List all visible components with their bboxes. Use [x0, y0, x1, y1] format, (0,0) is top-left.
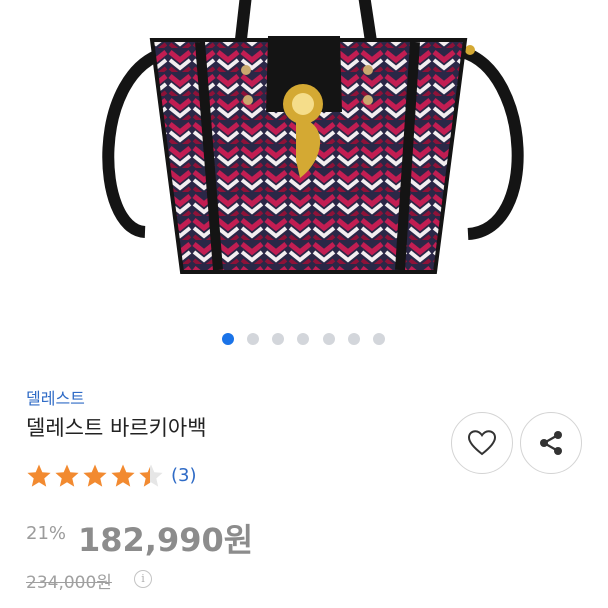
star-icon	[27, 464, 51, 487]
star-icon	[55, 464, 79, 487]
share-icon	[540, 431, 562, 455]
rating-stars	[27, 464, 163, 487]
carousel-dot[interactable]	[247, 333, 259, 345]
carousel-dot[interactable]	[222, 333, 234, 345]
carousel-dot[interactable]	[323, 333, 335, 345]
info-icon[interactable]: i	[134, 570, 152, 588]
star-half-icon	[139, 464, 163, 487]
brand-link[interactable]: 델레스트	[26, 385, 85, 409]
carousel-dot[interactable]	[373, 333, 385, 345]
share-button[interactable]	[520, 412, 582, 474]
wishlist-button[interactable]	[451, 412, 513, 474]
product-title: 델레스트 바르키아백	[26, 416, 207, 440]
handbag-photo	[102, 0, 524, 274]
original-price: 234,000원	[26, 573, 112, 593]
carousel-dot[interactable]	[348, 333, 360, 345]
rating-count-link[interactable]: (3)	[171, 463, 197, 489]
carousel-dot[interactable]	[297, 333, 309, 345]
heart-icon	[468, 430, 496, 456]
star-icon	[83, 464, 107, 487]
carousel-dot[interactable]	[272, 333, 284, 345]
sale-price: 182,990원	[78, 521, 254, 559]
star-icon	[111, 464, 135, 487]
product-image[interactable]	[0, 0, 608, 322]
carousel-dots	[0, 333, 608, 345]
discount-rate: 21%	[26, 523, 67, 544]
